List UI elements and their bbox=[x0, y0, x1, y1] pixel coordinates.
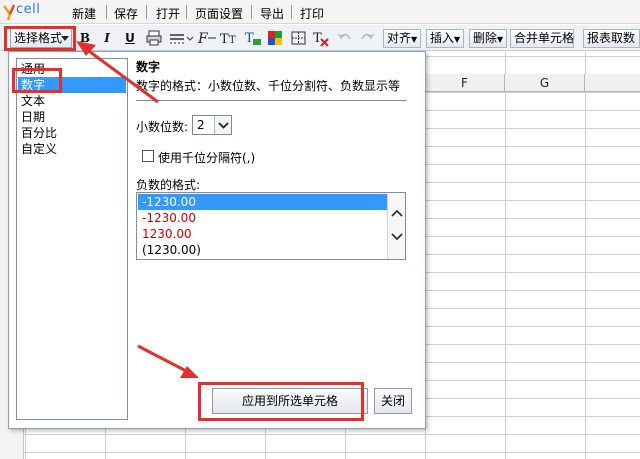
apply-to-selection-button[interactable]: 应用到所选单元格 bbox=[212, 388, 368, 414]
format-options: 数字 数字的格式：小数位数、千位分割符、负数显示等 小数位数: 2 使用千位分隔… bbox=[136, 52, 426, 428]
negative-list-scrollbar[interactable] bbox=[387, 193, 405, 259]
thousands-separator-checkbox[interactable] bbox=[142, 150, 154, 162]
chevron-down-icon bbox=[61, 36, 69, 41]
menu-separator bbox=[146, 5, 147, 19]
decimals-label: 小数位数: bbox=[136, 120, 189, 134]
section-title: 数字 bbox=[136, 60, 161, 74]
svg-text:T: T bbox=[313, 31, 322, 46]
svg-text:T: T bbox=[229, 35, 236, 46]
svg-text:T: T bbox=[245, 31, 254, 46]
text-size-icon[interactable]: T T bbox=[219, 29, 241, 47]
menu-separator bbox=[291, 5, 292, 19]
redo-icon[interactable] bbox=[358, 29, 376, 47]
decimals-value: 2 bbox=[197, 118, 205, 132]
report-fetch-button[interactable]: 报表取数 bbox=[583, 29, 640, 48]
category-text[interactable]: 文本 bbox=[18, 93, 126, 109]
negative-format-option[interactable]: -1230.00 bbox=[138, 194, 387, 210]
column-header-g[interactable]: G bbox=[505, 74, 585, 92]
menu-separator bbox=[106, 5, 107, 19]
column-header-f[interactable]: F bbox=[425, 74, 505, 92]
menu-separator bbox=[186, 5, 187, 19]
fill-color-icon[interactable] bbox=[266, 29, 284, 47]
decimals-select[interactable]: 2 bbox=[192, 115, 232, 135]
cell-border-icon[interactable] bbox=[290, 29, 308, 47]
chevron-down-icon: ▼ bbox=[454, 35, 461, 44]
clear-format-icon[interactable]: T bbox=[312, 29, 330, 47]
app-logo-text: cell bbox=[16, 2, 41, 17]
insert-label: 插入 bbox=[430, 31, 455, 45]
menu-new[interactable]: 新建 bbox=[72, 5, 96, 22]
delete-label: 删除 bbox=[473, 31, 498, 45]
svg-text:F: F bbox=[197, 31, 209, 47]
category-number[interactable]: 数字 bbox=[18, 77, 126, 93]
print-icon[interactable] bbox=[145, 29, 163, 47]
delete-dropdown[interactable]: 删除▼ bbox=[469, 29, 507, 48]
menu-export[interactable]: 导出 bbox=[260, 5, 284, 22]
menu-print[interactable]: 打印 bbox=[300, 5, 324, 22]
format-select-label: 选择格式 bbox=[14, 31, 63, 45]
category-date[interactable]: 日期 bbox=[18, 109, 126, 125]
negative-format-label: 负数的格式: bbox=[136, 178, 201, 192]
scroll-down-icon[interactable] bbox=[388, 227, 406, 245]
column-header-row: F G bbox=[425, 74, 640, 92]
section-divider bbox=[136, 100, 406, 101]
negative-format-option[interactable]: 1230.00 bbox=[138, 226, 387, 242]
menu-bar: cell 新建 保存 打开 页面设置 导出 打印 bbox=[0, 0, 640, 24]
negative-format-list[interactable]: -1230.00 -1230.00 1230.00 (1230.00) bbox=[136, 192, 406, 260]
bold-button[interactable]: B bbox=[76, 29, 94, 47]
decimals-dropdown-button[interactable] bbox=[214, 116, 231, 134]
format-select[interactable]: 选择格式 bbox=[10, 28, 72, 48]
merge-cells-button[interactable]: 合并单元格 bbox=[510, 29, 574, 48]
font-icon[interactable]: F bbox=[196, 29, 218, 47]
menu-separator bbox=[251, 5, 252, 19]
chevron-down-icon: ▼ bbox=[497, 35, 504, 44]
negative-format-option[interactable]: (1230.00) bbox=[138, 242, 387, 258]
menu-open[interactable]: 打开 bbox=[156, 5, 180, 22]
category-percent[interactable]: 百分比 bbox=[18, 125, 126, 141]
italic-button[interactable]: I bbox=[98, 29, 116, 47]
align-dropdown[interactable]: 对齐▼ bbox=[383, 29, 421, 48]
border-icon[interactable] bbox=[168, 29, 194, 47]
section-description: 数字的格式：小数位数、千位分割符、负数显示等 bbox=[136, 79, 401, 93]
insert-dropdown[interactable]: 插入▼ bbox=[426, 29, 464, 48]
menu-page-setup[interactable]: 页面设置 bbox=[195, 5, 243, 22]
scroll-up-icon[interactable] bbox=[388, 205, 406, 223]
menu-save[interactable]: 保存 bbox=[114, 5, 138, 22]
category-general[interactable]: 通用 bbox=[18, 61, 126, 77]
underline-button[interactable]: U bbox=[121, 29, 139, 47]
category-custom[interactable]: 自定义 bbox=[18, 141, 126, 157]
undo-icon[interactable] bbox=[336, 29, 354, 47]
chevron-down-icon bbox=[218, 122, 229, 129]
close-button[interactable]: 关闭 bbox=[374, 388, 412, 414]
thousands-separator-label: 使用千位分隔符(,) bbox=[158, 151, 256, 165]
format-panel: 通用 数字 文本 日期 百分比 自定义 数字 数字的格式：小数位数、千位分割符、… bbox=[8, 51, 426, 429]
text-color-icon[interactable]: T bbox=[243, 29, 263, 47]
category-list[interactable]: 通用 数字 文本 日期 百分比 自定义 bbox=[16, 58, 128, 420]
align-label: 对齐 bbox=[387, 31, 412, 45]
chevron-down-icon: ▼ bbox=[411, 35, 418, 44]
svg-text:T: T bbox=[220, 32, 229, 47]
negative-format-option[interactable]: -1230.00 bbox=[138, 210, 387, 226]
toolbar: 选择格式 B I U F T T T T 对齐▼ 插入▼ 删除▼ 合并单元格 报… bbox=[0, 25, 640, 51]
